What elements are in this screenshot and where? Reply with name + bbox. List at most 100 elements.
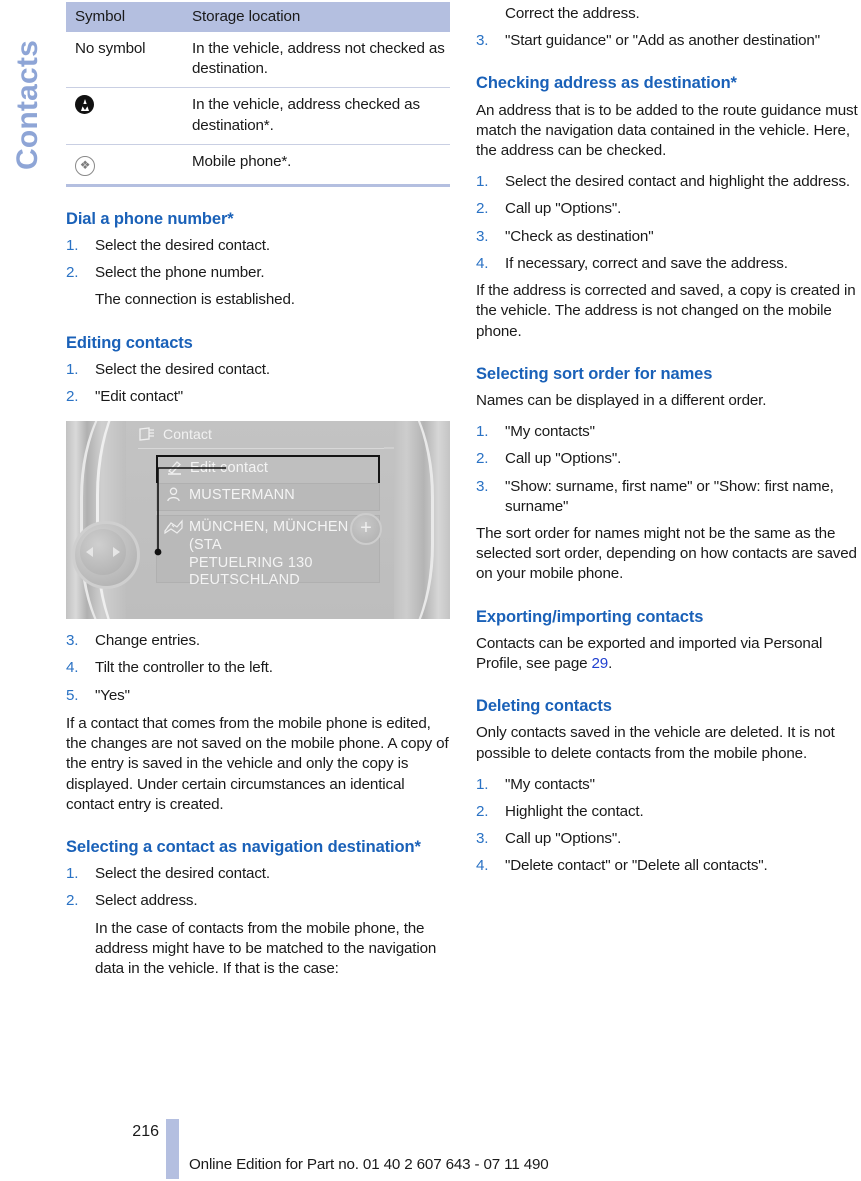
arrow-right-icon (113, 547, 120, 558)
step-text: Change entries. (95, 632, 200, 650)
page-content: Symbol Storage location No symbol In the… (66, 0, 861, 1181)
steps-checking-address: 1. Select the desired contact and highli… (476, 172, 860, 274)
steps-continued-from-left: 0. Correct the address. 3. "Start guidan… (476, 4, 860, 51)
list-item: 2. Select address. (66, 891, 450, 911)
heading-checking-address: Checking address as destination* (476, 74, 737, 93)
table-cell-symbol: No symbol (66, 32, 183, 89)
list-item: 2. Highlight the contact. (476, 802, 860, 822)
list-item: 1. Select the desired contact. (66, 360, 450, 380)
list-item: 1. Select the desired contact. (66, 864, 450, 884)
list-item: 1. "My contacts" (476, 422, 860, 442)
step-number: 1. (476, 423, 489, 441)
bluetooth-circle-icon: ❖ (75, 155, 95, 176)
step-number: 2. (476, 200, 489, 218)
pencil-edit-icon (158, 457, 190, 478)
step-text: Select the desired contact and highlight… (505, 173, 850, 191)
note-editing-contacts: If a contact that comes from the mobile … (66, 714, 449, 813)
intro-checking-address: An address that is to be added to the ro… (476, 101, 858, 159)
steps-dial-phone-number: 1. Select the desired contact. 2. Select… (66, 236, 450, 311)
heading-export-import: Exporting/importing contacts (476, 607, 704, 626)
intro-sort-order: Names can be displayed in a different or… (476, 391, 767, 409)
step-text: The connection is established. (95, 291, 295, 309)
chapter-tab: Contacts (0, 0, 46, 230)
note-checking-address: If the address is corrected and saved, a… (476, 282, 856, 340)
list-item: 1. Select the desired contact. (66, 236, 450, 256)
list-item: 3. "Start guidance" or "Add as another d… (476, 31, 860, 51)
export-import-text-after: . (608, 654, 613, 672)
person-icon (157, 484, 189, 505)
list-item: 3. "Show: surname, first name" or "Show:… (476, 477, 860, 517)
list-item: 4. Tilt the controller to the left. (66, 658, 450, 678)
heading-navigation-destination: Selecting a contact as navigation destin… (66, 837, 421, 856)
table-header-symbol: Symbol (66, 2, 183, 32)
step-text: Call up "Options". (505, 450, 622, 468)
step-number: 1. (66, 237, 79, 254)
list-item: 1. Select the desired contact and highli… (476, 172, 860, 192)
idrive-header-label: Contact (163, 426, 212, 443)
text-export-import: Contacts can be exported and imported vi… (476, 634, 860, 674)
step-text: "Show: surname, first name" or "Show: fi… (505, 477, 834, 515)
list-item: 1. "My contacts" (476, 775, 860, 795)
step-text: Correct the address. (505, 5, 640, 22)
step-text: In the case of contacts from the mobile … (95, 919, 437, 977)
step-number: 3. (476, 477, 489, 495)
step-text: "My contacts" (505, 775, 595, 793)
page-footer: 216 Online Edition for Part no. 01 40 2 … (66, 1111, 861, 1181)
step-number: 4. (66, 659, 79, 677)
step-number: 2. (66, 388, 79, 405)
left-column: Symbol Storage location No symbol In the… (66, 2, 450, 986)
list-item: 2. Select the phone number. (66, 263, 450, 283)
step-text: Tilt the controller to the left. (95, 659, 273, 677)
idrive-menu-item-edit-contact[interactable]: Edit contact (156, 455, 380, 486)
list-item: 3. Change entries. (66, 631, 450, 651)
step-number: 1. (66, 360, 79, 378)
step-number: 2. (66, 892, 79, 910)
chapter-tab-label: Contacts (11, 40, 44, 170)
steps-editing-contacts-after: 3. Change entries. 4. Tilt the controlle… (66, 631, 450, 706)
step-number: 1. (66, 865, 79, 883)
heading-editing-contacts: Editing contacts (66, 333, 193, 352)
list-item: 5. "Yes" (66, 686, 450, 706)
idrive-plus-button[interactable]: + (350, 513, 382, 546)
table-cell-symbol: ❖ (66, 144, 183, 187)
contact-card-icon (139, 426, 154, 441)
steps-deleting-contacts: 1. "My contacts" 2. Highlight the contac… (476, 775, 860, 877)
step-number: 5. (66, 686, 79, 704)
step-text: Select the phone number. (95, 264, 265, 282)
heading-sort-order: Selecting sort order for names (476, 364, 713, 383)
table-cell-location: Mobile phone*. (183, 144, 450, 187)
table-cell-location: In the vehicle, address checked as desti… (183, 87, 450, 145)
footer-edition-note: Online Edition for Part no. 01 40 2 607 … (189, 1156, 549, 1173)
step-text: "Start guidance" or "Add as another dest… (505, 32, 820, 50)
note-sort-order: The sort order for names might not be th… (476, 524, 857, 583)
idrive-controller[interactable] (80, 529, 126, 576)
step-text: Select the desired contact. (95, 865, 270, 883)
list-item: 0. Correct the address. (476, 4, 860, 24)
step-number: 1. (476, 775, 489, 793)
list-item: 4. "Delete contact" or "Delete all conta… (476, 856, 860, 876)
list-item: 0. The connection is established. (66, 290, 450, 310)
table-row: ❖ Mobile phone*. (66, 144, 450, 187)
idrive-menu-item-contact-name[interactable]: MUSTERMANN (156, 483, 380, 512)
destination-arrow-icon (75, 95, 94, 115)
intro-deleting-contacts: Only contacts saved in the vehicle are d… (476, 724, 835, 762)
export-import-text-before: Contacts can be exported and imported vi… (476, 634, 823, 672)
page-reference-link[interactable]: 29 (592, 655, 609, 672)
table-cell-symbol (66, 87, 183, 145)
steps-sort-order: 1. "My contacts" 2. Call up "Options". 3… (476, 422, 860, 517)
step-text: "My contacts" (505, 423, 595, 441)
step-number: 3. (476, 830, 489, 848)
list-item: 4. If necessary, correct and save the ad… (476, 254, 860, 274)
list-item: 2. Call up "Options". (476, 199, 860, 219)
idrive-menu-item-address[interactable]: MÜNCHEN, MÜNCHEN (STA PETUELRING 130 DEU… (156, 515, 380, 588)
step-text: Call up "Options". (505, 830, 622, 848)
step-text: Highlight the contact. (505, 802, 644, 820)
two-column-layout: Symbol Storage location No symbol In the… (66, 0, 861, 986)
idrive-menu-item-label: Edit contact (190, 460, 269, 477)
step-number: 3. (476, 227, 489, 245)
list-item: 3. "Check as destination" (476, 227, 860, 247)
step-text: If necessary, correct and save the addre… (505, 254, 788, 272)
idrive-screen-figure: Contact Edit contact MUSTERMANN MÜNCHEN,… (66, 421, 450, 620)
heading-dial-phone-number: Dial a phone number* (66, 209, 234, 228)
idrive-display: Contact Edit contact MUSTERMANN MÜNCHEN,… (126, 421, 394, 620)
